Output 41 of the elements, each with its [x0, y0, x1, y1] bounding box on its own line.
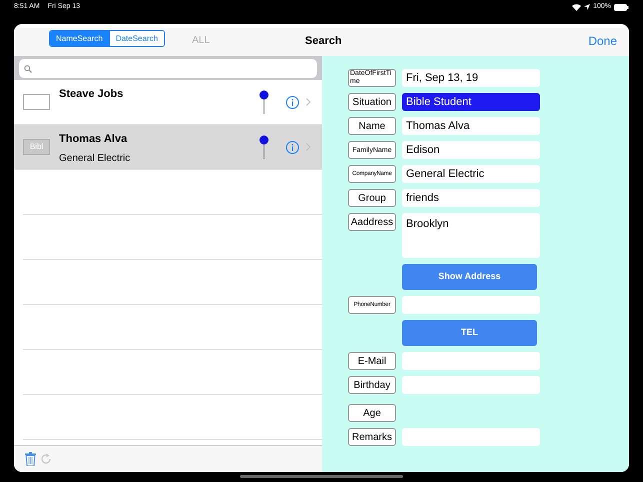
battery-icon — [614, 4, 629, 11]
refresh-icon[interactable] — [40, 453, 52, 465]
field-label: Group — [348, 189, 396, 207]
text-field[interactable] — [402, 352, 540, 370]
map-pin-icon — [259, 135, 269, 159]
company-name: General Electric — [59, 152, 130, 166]
text-field[interactable] — [402, 428, 540, 446]
navigation-title: Search — [305, 34, 342, 49]
text-field[interactable]: Fri, Sep 13, 19 — [402, 69, 540, 87]
field-label: Aaddress — [348, 213, 396, 231]
action-button[interactable]: Show Address — [402, 264, 537, 290]
text-field[interactable] — [402, 376, 540, 394]
text-field[interactable]: Bible Student — [402, 93, 540, 111]
text-field[interactable] — [402, 296, 540, 314]
contact-name: Thomas Alva — [59, 132, 128, 147]
chevron-icon — [306, 143, 311, 151]
field-label: Name — [348, 117, 396, 135]
action-button[interactable]: TEL — [402, 320, 537, 346]
search-field[interactable] — [19, 59, 317, 78]
location-icon — [584, 4, 590, 10]
wifi-icon — [572, 4, 582, 11]
trash-icon[interactable] — [25, 452, 36, 466]
field-label: E-Mail — [348, 352, 396, 370]
map-pin-icon — [259, 90, 269, 114]
field-label: Age — [348, 404, 396, 422]
segment-tab[interactable]: DateSearch — [108, 31, 164, 46]
text-field[interactable]: General Electric — [402, 165, 540, 183]
info-icon[interactable] — [286, 141, 299, 154]
thumbnail — [23, 94, 50, 110]
search-icon — [24, 64, 32, 72]
info-icon[interactable] — [286, 96, 299, 109]
field-label: Birthday — [348, 376, 396, 394]
field-label: Remarks — [348, 428, 396, 446]
segment-tab[interactable]: NameSearch — [50, 31, 109, 46]
chevron-icon — [306, 98, 311, 106]
contact-name: Steave Jobs — [59, 87, 124, 102]
text-field[interactable]: friends — [402, 189, 540, 207]
text-field[interactable]: Edison — [402, 141, 540, 159]
text-field[interactable]: Thomas Alva — [402, 117, 540, 135]
field-label: Situation — [348, 93, 396, 111]
text-area[interactable]: Brooklyn — [402, 213, 540, 258]
